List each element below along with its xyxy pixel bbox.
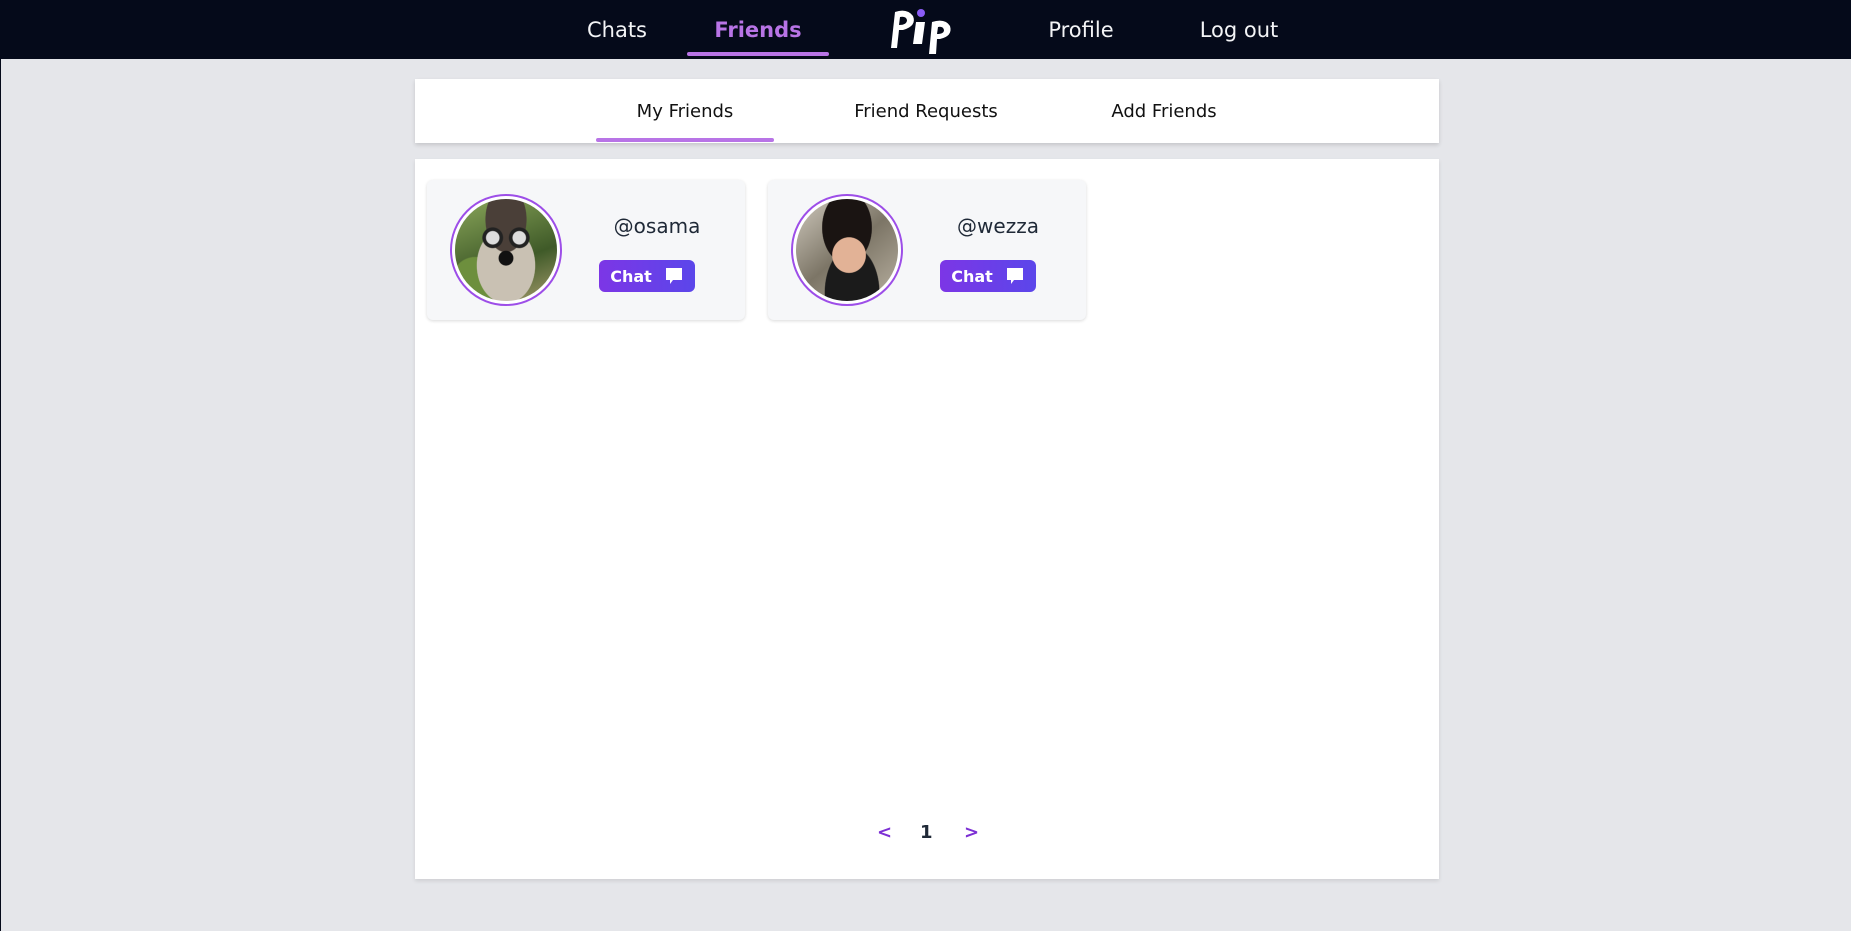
avatar[interactable] — [791, 194, 903, 306]
tab-my-friends[interactable]: My Friends — [596, 79, 774, 143]
nav-active-indicator — [687, 52, 829, 56]
chat-bubble-icon — [1006, 268, 1023, 284]
tab-add-friends[interactable]: Add Friends — [1084, 79, 1244, 143]
nav-logout-link[interactable]: Log out — [1179, 0, 1299, 59]
friend-username: @wezza — [957, 214, 1039, 238]
chat-bubble-icon — [665, 268, 682, 284]
chat-button-label: Chat — [610, 266, 652, 286]
pagination: < 1 > — [415, 822, 1439, 852]
nav-profile-link[interactable]: Profile — [1031, 0, 1131, 59]
subtab-active-indicator — [596, 138, 774, 142]
friends-subtabs: My Friends Friend Requests Add Friends — [415, 79, 1439, 143]
nav-friends-link[interactable]: Friends — [687, 0, 829, 59]
chat-button[interactable]: Chat — [940, 260, 1036, 292]
next-page-button[interactable]: > — [964, 822, 979, 843]
friend-avatar-image — [455, 199, 557, 301]
top-nav: Chats Friends Profile Log out — [1, 0, 1851, 59]
chat-button-label: Chat — [951, 266, 993, 286]
friend-card: @osama Chat — [427, 180, 745, 320]
friend-avatar-image — [796, 199, 898, 301]
previous-page-button[interactable]: < — [877, 822, 892, 843]
current-page-number[interactable]: 1 — [920, 822, 933, 843]
friend-username: @osama — [613, 214, 701, 238]
nav-chats-link[interactable]: Chats — [567, 0, 667, 59]
chat-button[interactable]: Chat — [599, 260, 695, 292]
friend-card: @wezza Chat — [768, 180, 1086, 320]
pip-logo[interactable] — [885, 4, 957, 54]
tab-friend-requests[interactable]: Friend Requests — [828, 79, 1024, 143]
friends-list-panel: @osama Chat @wezza Chat < 1 > — [415, 159, 1439, 879]
avatar[interactable] — [450, 194, 562, 306]
